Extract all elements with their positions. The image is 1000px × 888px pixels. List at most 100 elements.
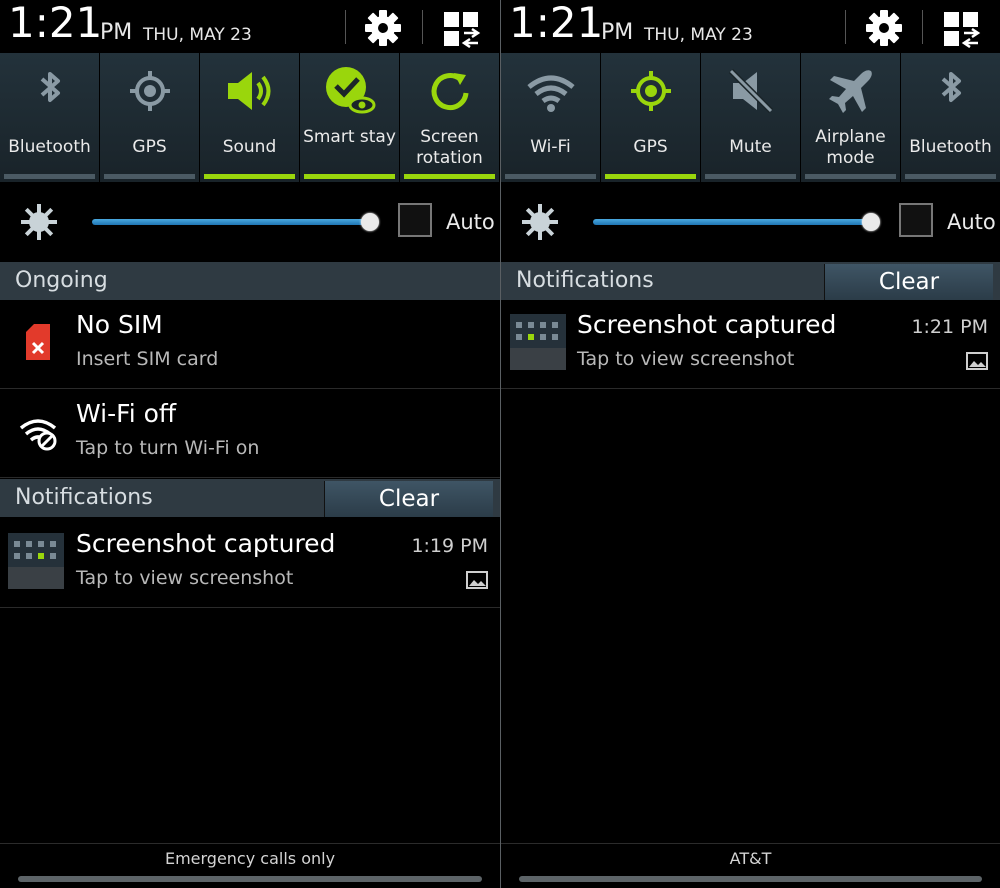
tile-indicator [605,174,696,179]
gallery-icon [966,352,988,370]
section-title: Ongoing [15,268,108,293]
auto-brightness-checkbox[interactable] [899,203,933,237]
quick-settings-row: Wi-Fi GPS Mute Airplane mode Bluetooth [501,53,1000,182]
tile-indicator [104,174,195,179]
tile-smart-stay[interactable]: Smart stay [300,53,399,182]
auto-brightness-label: Auto [446,210,495,234]
tile-indicator [4,174,95,179]
status-separator [345,10,346,44]
notification-panel-right: 1:21 PM THU, MAY 23 Wi-Fi GPS Mute Airpl… [501,0,1000,888]
notification-time: 1:19 PM [411,535,488,557]
bluetooth-icon [941,72,961,102]
section-title: Notifications [15,485,153,510]
tile-gps[interactable]: GPS [601,53,700,182]
tile-indicator [905,174,996,179]
tile-label: Bluetooth [909,137,992,157]
tile-label: Airplane mode [815,127,886,168]
tile-label: Bluetooth [8,137,91,157]
tile-label: GPS [132,137,167,157]
notification-screenshot[interactable]: Screenshot captured Tap to view screensh… [0,519,500,608]
brightness-slider[interactable] [593,213,883,231]
clock-time: 1:21 [509,0,604,47]
tile-indicator [404,174,495,179]
brightness-row: Auto [0,183,500,261]
carrier-label: AT&T [501,843,1000,874]
tile-indicator [805,174,896,179]
settings-button[interactable] [362,8,404,48]
tile-indicator [204,174,295,179]
tile-indicator [505,174,596,179]
slider-thumb[interactable] [361,213,379,231]
notification-panel-left: 1:21 PM THU, MAY 23 Bluetooth GPS Sound … [0,0,500,888]
notification-title: Screenshot captured [76,529,336,558]
screenshot-thumbnail [8,533,64,589]
notification-subtitle: Insert SIM card [76,348,219,370]
notification-no-sim[interactable]: No SIM Insert SIM card [0,300,500,389]
gear-icon [365,10,401,46]
tile-label: Smart stay [303,127,396,147]
notification-time: 1:21 PM [911,316,988,338]
status-separator [845,10,846,44]
status-date: THU, MAY 23 [644,25,753,45]
tile-airplane-mode[interactable]: Airplane mode [801,53,900,182]
slider-track [593,219,871,225]
tile-mute[interactable]: Mute [701,53,800,182]
notification-subtitle: Tap to view screenshot [577,348,795,370]
notification-title: Wi-Fi off [76,399,177,428]
auto-brightness-checkbox[interactable] [398,203,432,237]
slider-track [92,219,370,225]
tile-label: Mute [729,137,772,157]
grid-arrows-icon [944,12,981,49]
clock-ampm: PM [601,20,634,45]
wifi-icon [526,75,575,112]
grid-arrows-icon [444,12,481,49]
notification-subtitle: Tap to turn Wi-Fi on [76,437,260,459]
notification-title: No SIM [76,310,163,339]
notifications-header: Notifications Clear [0,479,500,517]
tile-bluetooth[interactable]: Bluetooth [901,53,1000,182]
gps-icon [129,71,170,111]
tile-screen-rotation[interactable]: Screen rotation [400,53,499,182]
brightness-icon [21,204,57,240]
tile-sound[interactable]: Sound [200,53,299,182]
clock-ampm: PM [100,20,133,45]
clock-time: 1:21 [8,0,103,47]
gear-icon [866,10,902,46]
settings-button[interactable] [863,8,905,48]
tile-wifi[interactable]: Wi-Fi [501,53,600,182]
smart-stay-icon [325,67,375,114]
clear-button[interactable]: Clear [324,481,493,517]
wifi-off-icon [19,419,57,451]
notification-subtitle: Tap to view screenshot [76,567,294,589]
screenshot-thumbnail [510,314,566,370]
tile-bluetooth[interactable]: Bluetooth [0,53,99,182]
airplane-icon [828,70,872,113]
gps-icon [630,71,671,111]
brightness-slider[interactable] [92,213,382,231]
gallery-icon [466,571,488,589]
tile-label: GPS [633,137,668,157]
section-title: Notifications [516,268,654,293]
drag-handle[interactable] [18,876,482,882]
tile-gps[interactable]: GPS [100,53,199,182]
tile-label: Screen rotation [416,127,483,168]
edit-tiles-button[interactable] [942,10,982,49]
notification-screenshot[interactable]: Screenshot captured Tap to view screensh… [501,300,1000,389]
edit-tiles-button[interactable] [442,10,482,49]
notification-wifi-off[interactable]: Wi-Fi off Tap to turn Wi-Fi on [0,389,500,478]
drag-handle[interactable] [519,876,982,882]
sound-icon [227,72,270,110]
notification-title: Screenshot captured [577,310,837,339]
carrier-label: Emergency calls only [0,843,500,874]
tile-label: Sound [222,137,277,157]
status-bar: 1:21 PM THU, MAY 23 [0,0,500,52]
clear-button[interactable]: Clear [824,264,993,300]
auto-brightness-label: Auto [947,210,996,234]
brightness-icon [522,204,558,240]
ongoing-header: Ongoing [0,262,500,300]
status-separator [922,10,923,44]
brightness-row: Auto [501,183,1000,261]
notifications-header: Notifications Clear [501,262,1000,300]
slider-thumb[interactable] [862,213,880,231]
no-sim-icon [26,324,50,360]
